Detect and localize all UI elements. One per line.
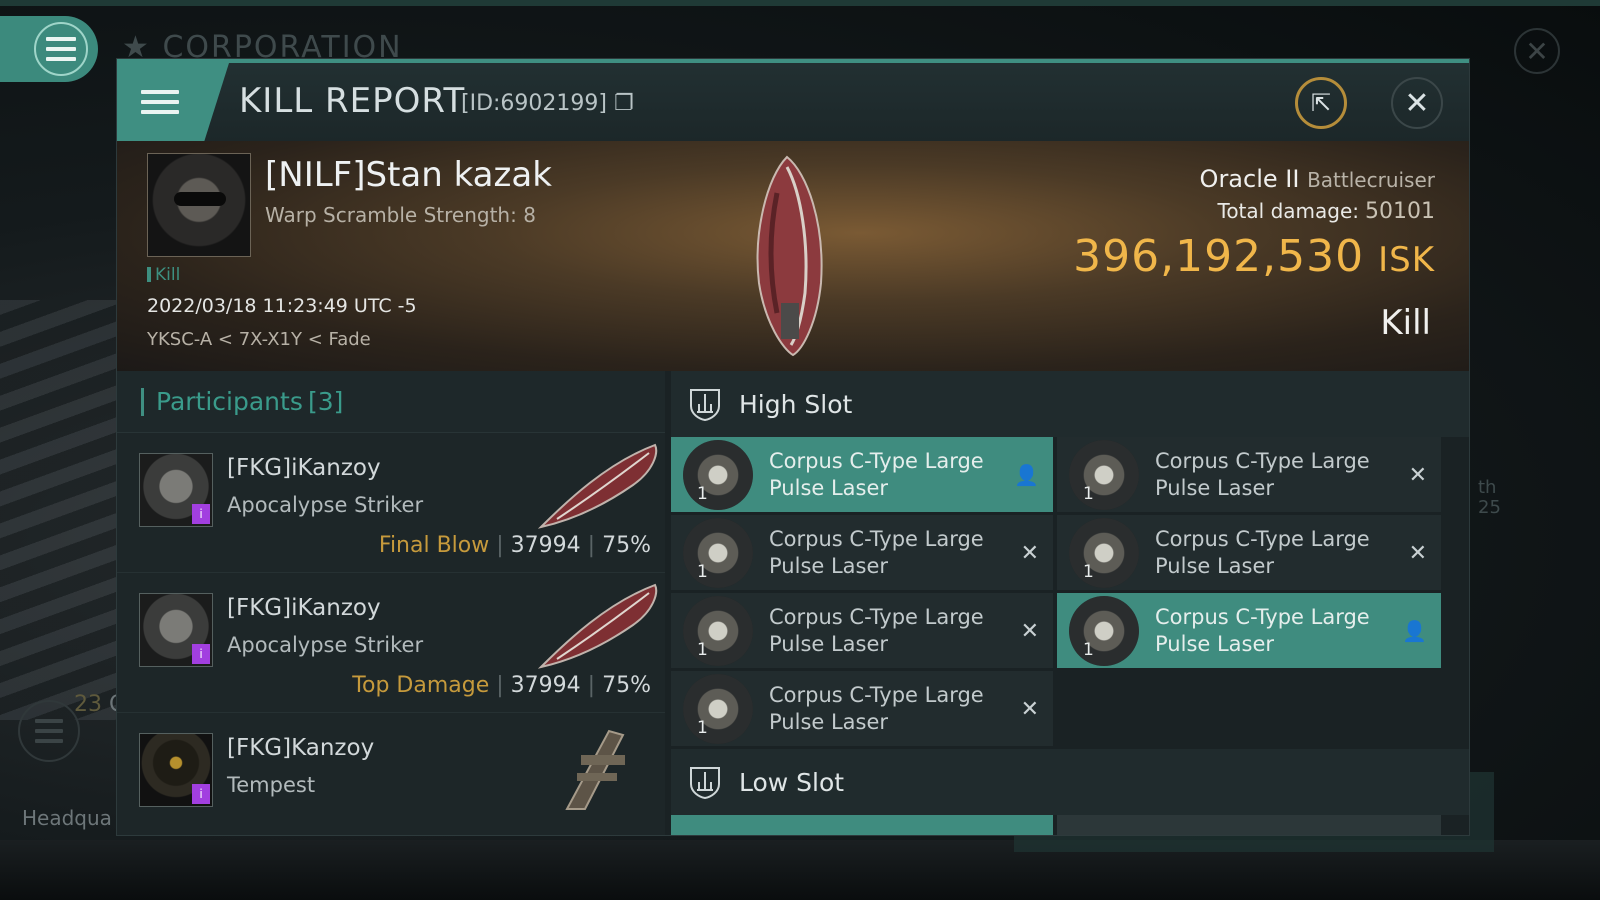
hamburger-icon bbox=[35, 719, 63, 743]
victim-ship[interactable]: Oracle II Battlecruiser bbox=[1200, 165, 1435, 193]
module-name: Corpus C-Type Large Pulse Laser bbox=[1155, 526, 1370, 578]
participant-name: [FKG]iKanzoy bbox=[227, 595, 381, 621]
participant-name: [FKG]iKanzoy bbox=[227, 455, 381, 481]
participant-name: [FKG]Kanzoy bbox=[227, 735, 375, 761]
module-name: Corpus C-Type Large Pulse Laser bbox=[1155, 604, 1370, 656]
pulse-laser-icon: 1 bbox=[683, 595, 753, 666]
report-id[interactable]: [ID:6902199] ❐ bbox=[461, 91, 634, 116]
module-item[interactable]: 1 Corpus C-Type Large Pulse Laser ✕ bbox=[1057, 437, 1441, 512]
module-item[interactable]: 1 Corpus C-Type Large Pulse Laser ✕ bbox=[1057, 515, 1441, 590]
destroyed-icon: ✕ bbox=[1020, 619, 1039, 644]
victim-portrait[interactable] bbox=[147, 153, 251, 257]
station-structure bbox=[0, 300, 120, 720]
low-slot-icon bbox=[690, 767, 720, 800]
high-slot-items: 1 Corpus C-Type Large Pulse Laser 👤 1 Cor… bbox=[671, 437, 1441, 746]
info-badge-icon: i bbox=[192, 504, 210, 524]
destroyed-icon: ✕ bbox=[1408, 541, 1427, 566]
info-badge-icon: i bbox=[192, 784, 210, 804]
participant-ship-image bbox=[537, 583, 658, 669]
module-item[interactable]: 1 Corpus C-Type Large Pulse Laser ✕ bbox=[671, 593, 1053, 668]
pulse-laser-icon: 1 bbox=[1069, 439, 1139, 510]
module-name: Corpus C-Type Large Pulse Laser bbox=[769, 604, 984, 656]
participant-avatar[interactable]: i bbox=[139, 733, 213, 807]
module-name: Corpus C-Type Large Pulse Laser bbox=[769, 526, 984, 578]
title-bar: KILL REPORT [ID:6902199] ❐ ⇱ ✕ bbox=[117, 59, 1469, 141]
participant-row[interactable]: i [FKG]iKanzoy Apocalypse Striker Top Da… bbox=[117, 573, 665, 713]
hamburger-icon bbox=[46, 37, 76, 61]
participant-avatar[interactable]: i bbox=[139, 593, 213, 667]
warp-scramble-strength: Warp Scramble Strength: 8 bbox=[265, 203, 536, 227]
participants-header[interactable]: Participants [3] bbox=[117, 371, 665, 433]
module-item[interactable]: 1 Corpus C-Type Large Pulse Laser 👤 bbox=[671, 437, 1053, 512]
info-badge-icon: i bbox=[192, 644, 210, 664]
pulse-laser-icon: 1 bbox=[1069, 595, 1139, 666]
destroyed-icon: ✕ bbox=[1020, 541, 1039, 566]
high-slot-icon bbox=[690, 389, 720, 422]
close-icon: ✕ bbox=[1404, 85, 1430, 121]
participants-panel: Participants [3] i [FKG]iKanzoy Apocalyp… bbox=[117, 371, 665, 835]
hamburger-icon bbox=[141, 90, 179, 114]
module-item[interactable] bbox=[671, 815, 1053, 835]
participant-ship: Tempest bbox=[227, 773, 316, 797]
participant-ship: Apocalypse Striker bbox=[227, 633, 424, 657]
module-item[interactable]: 1 Corpus C-Type Large Pulse Laser 👤 bbox=[1057, 593, 1441, 668]
side-text-line-2: 25 bbox=[1478, 497, 1501, 518]
kill-location[interactable]: YKSC-A < 7X-X1Y < Fade bbox=[147, 329, 371, 350]
pulse-laser-icon: 1 bbox=[683, 673, 753, 744]
module-item[interactable]: 1 Corpus C-Type Large Pulse Laser ✕ bbox=[671, 515, 1053, 590]
side-text-line-1: th bbox=[1478, 477, 1497, 498]
headquarters-label: Headqua bbox=[22, 806, 112, 830]
high-slot-header: High Slot bbox=[671, 371, 1469, 437]
kill-datetime: 2022/03/18 11:23:49 UTC -5 bbox=[147, 295, 417, 317]
module-name: Corpus C-Type Large Pulse Laser bbox=[769, 682, 984, 734]
top-strip bbox=[0, 0, 1600, 6]
copy-icon[interactable]: ❐ bbox=[614, 91, 634, 116]
participant-stats: Final Blow | 37994 | 75% bbox=[378, 533, 651, 558]
main-menu-button[interactable] bbox=[0, 16, 98, 82]
window-menu-button[interactable] bbox=[117, 63, 229, 141]
pulse-laser-icon: 1 bbox=[683, 439, 753, 510]
participant-avatar[interactable]: i bbox=[139, 453, 213, 527]
close-button[interactable]: ✕ bbox=[1391, 77, 1443, 129]
background-close-button[interactable]: ✕ bbox=[1514, 28, 1560, 74]
participant-row[interactable]: i [FKG]Kanzoy Tempest bbox=[117, 713, 665, 835]
pulse-laser-icon: 1 bbox=[683, 517, 753, 588]
background-side-text: th 25 bbox=[1478, 478, 1501, 518]
total-damage: Total damage: 50101 bbox=[1217, 199, 1436, 224]
isk-value: 396,192,530 ISK bbox=[1073, 231, 1435, 282]
module-name: Corpus C-Type Large Pulse Laser bbox=[769, 448, 984, 500]
victim-banner: [NILF]Stan kazak Warp Scramble Strength:… bbox=[117, 141, 1469, 371]
participant-ship-image bbox=[565, 729, 625, 810]
window-title: KILL REPORT bbox=[239, 81, 466, 121]
participant-ship: Apocalypse Striker bbox=[227, 493, 424, 517]
kill-report-window: KILL REPORT [ID:6902199] ❐ ⇱ ✕ [NILF]Sta… bbox=[116, 58, 1470, 836]
fitted-person-icon: 👤 bbox=[1014, 463, 1039, 487]
pulse-laser-icon: 1 bbox=[1069, 517, 1139, 588]
low-slot-header: Low Slot bbox=[671, 749, 1469, 815]
low-slot-items bbox=[671, 815, 1441, 835]
destroyed-icon: ✕ bbox=[1408, 463, 1427, 488]
participant-stats: Top Damage | 37994 | 75% bbox=[352, 673, 651, 698]
fitting-panel: High Slot 1 Corpus C-Type Large Pulse Las… bbox=[671, 371, 1469, 835]
kill-result: Kill bbox=[1380, 303, 1431, 343]
module-name: Corpus C-Type Large Pulse Laser bbox=[1155, 448, 1370, 500]
module-item[interactable]: 1 Corpus C-Type Large Pulse Laser ✕ bbox=[671, 671, 1053, 746]
victim-name[interactable]: [NILF]Stan kazak bbox=[265, 155, 552, 195]
victim-ship-image[interactable] bbox=[747, 153, 831, 359]
module-item[interactable] bbox=[1057, 815, 1441, 835]
fitted-person-icon: 👤 bbox=[1402, 619, 1427, 643]
destroyed-icon: ✕ bbox=[1020, 697, 1039, 722]
participant-row[interactable]: i [FKG]iKanzoy Apocalypse Striker Final … bbox=[117, 433, 665, 573]
secondary-menu-button[interactable] bbox=[18, 700, 80, 762]
external-link-icon: ⇱ bbox=[1310, 89, 1332, 117]
kill-tag: Kill bbox=[147, 265, 180, 285]
participant-ship-image bbox=[537, 443, 658, 529]
share-button[interactable]: ⇱ bbox=[1295, 77, 1347, 129]
